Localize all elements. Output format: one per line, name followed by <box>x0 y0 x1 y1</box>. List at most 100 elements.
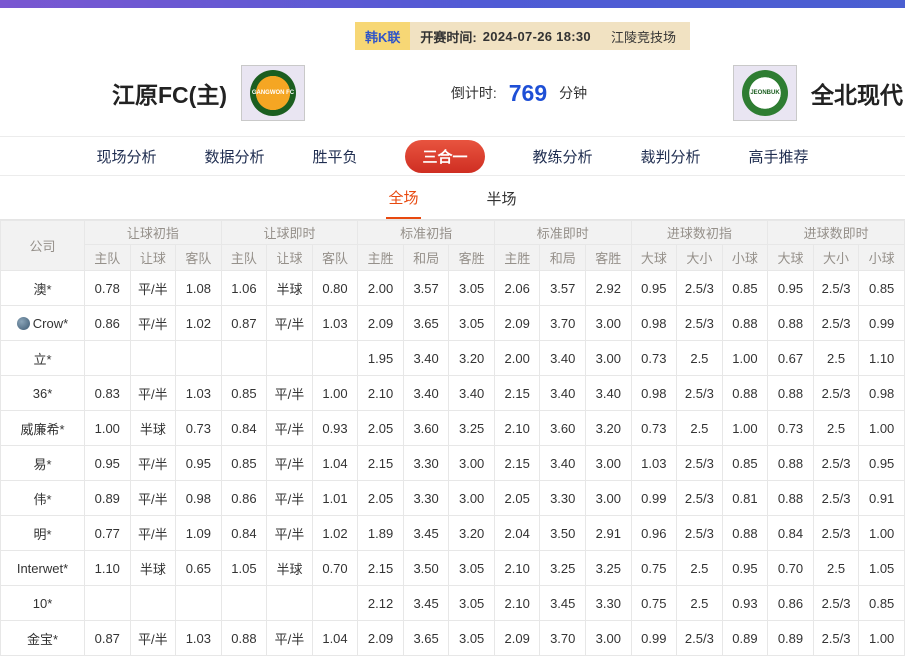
nav-item-win-draw-loss[interactable]: 胜平负 <box>312 146 357 167</box>
odds-cell[interactable]: 2.15 <box>358 446 404 481</box>
odds-cell[interactable]: 2.15 <box>494 446 540 481</box>
odds-cell[interactable]: 3.00 <box>586 306 632 341</box>
odds-cell[interactable]: 平/半 <box>267 516 313 551</box>
odds-cell[interactable]: 2.09 <box>494 621 540 656</box>
odds-cell[interactable]: 1.00 <box>859 621 905 656</box>
odds-cell[interactable]: 0.73 <box>176 411 222 446</box>
odds-cell[interactable]: 0.88 <box>768 481 814 516</box>
odds-cell[interactable]: 平/半 <box>130 621 176 656</box>
odds-cell[interactable]: 3.20 <box>449 516 495 551</box>
odds-cell[interactable]: 2.5 <box>677 586 723 621</box>
odds-cell[interactable]: 0.80 <box>312 271 358 306</box>
odds-cell[interactable]: 0.86 <box>85 306 131 341</box>
odds-cell[interactable]: 0.84 <box>221 411 267 446</box>
odds-cell[interactable]: 平/半 <box>267 621 313 656</box>
odds-cell[interactable]: 2.5/3 <box>813 481 859 516</box>
odds-cell[interactable]: 0.86 <box>221 481 267 516</box>
odds-cell[interactable]: 0.88 <box>768 376 814 411</box>
odds-cell[interactable]: 0.70 <box>312 551 358 586</box>
odds-cell[interactable] <box>221 341 267 376</box>
company-cell[interactable]: 明* <box>1 516 85 551</box>
odds-cell[interactable]: 0.85 <box>221 376 267 411</box>
odds-cell[interactable]: 0.88 <box>768 446 814 481</box>
odds-cell[interactable]: 3.70 <box>540 306 586 341</box>
odds-cell[interactable]: 0.89 <box>722 621 768 656</box>
company-cell[interactable]: 10* <box>1 586 85 621</box>
odds-cell[interactable]: 0.99 <box>859 306 905 341</box>
odds-cell[interactable]: 0.88 <box>221 621 267 656</box>
odds-cell[interactable]: 3.00 <box>586 341 632 376</box>
odds-cell[interactable]: 0.89 <box>85 481 131 516</box>
odds-cell[interactable]: 2.09 <box>494 306 540 341</box>
odds-cell[interactable]: 1.03 <box>631 446 677 481</box>
odds-cell[interactable]: 平/半 <box>130 271 176 306</box>
nav-item-live-analysis[interactable]: 现场分析 <box>96 146 156 167</box>
odds-cell[interactable]: 0.78 <box>85 271 131 306</box>
odds-cell[interactable]: 2.5/3 <box>813 376 859 411</box>
odds-cell[interactable]: 0.83 <box>85 376 131 411</box>
odds-cell[interactable]: 3.30 <box>403 446 449 481</box>
odds-cell[interactable]: 0.89 <box>768 621 814 656</box>
company-cell[interactable]: Crow* <box>1 306 85 341</box>
odds-cell[interactable]: 平/半 <box>267 481 313 516</box>
odds-cell[interactable]: 2.5/3 <box>677 446 723 481</box>
odds-cell[interactable]: 3.40 <box>540 376 586 411</box>
odds-cell[interactable]: 2.5/3 <box>813 446 859 481</box>
odds-cell[interactable]: 2.91 <box>586 516 632 551</box>
odds-cell[interactable]: 3.57 <box>540 271 586 306</box>
odds-cell[interactable]: 3.00 <box>449 481 495 516</box>
odds-cell[interactable]: 1.09 <box>176 516 222 551</box>
odds-cell[interactable]: 2.5/3 <box>813 271 859 306</box>
odds-cell[interactable] <box>176 341 222 376</box>
odds-cell[interactable]: 0.75 <box>631 586 677 621</box>
odds-cell[interactable]: 0.99 <box>631 621 677 656</box>
odds-cell[interactable]: 3.50 <box>403 551 449 586</box>
odds-cell[interactable]: 0.93 <box>312 411 358 446</box>
odds-cell[interactable]: 1.10 <box>85 551 131 586</box>
odds-cell[interactable]: 2.10 <box>358 376 404 411</box>
odds-cell[interactable]: 1.05 <box>859 551 905 586</box>
odds-cell[interactable]: 1.04 <box>312 621 358 656</box>
odds-cell[interactable]: 3.45 <box>403 586 449 621</box>
odds-cell[interactable] <box>130 586 176 621</box>
odds-cell[interactable]: 0.85 <box>221 446 267 481</box>
odds-cell[interactable]: 2.5/3 <box>677 306 723 341</box>
odds-cell[interactable]: 0.73 <box>631 341 677 376</box>
odds-cell[interactable]: 1.08 <box>176 271 222 306</box>
odds-cell[interactable]: 0.85 <box>722 446 768 481</box>
odds-cell[interactable]: 3.05 <box>449 271 495 306</box>
odds-cell[interactable]: 平/半 <box>130 376 176 411</box>
odds-cell[interactable]: 3.05 <box>449 306 495 341</box>
odds-cell[interactable]: 平/半 <box>267 306 313 341</box>
odds-cell[interactable]: 3.40 <box>403 376 449 411</box>
odds-cell[interactable]: 2.09 <box>358 621 404 656</box>
odds-cell[interactable]: 3.40 <box>540 341 586 376</box>
odds-cell[interactable]: 2.05 <box>494 481 540 516</box>
odds-cell[interactable]: 2.5/3 <box>813 621 859 656</box>
odds-cell[interactable]: 1.10 <box>859 341 905 376</box>
odds-cell[interactable]: 3.00 <box>586 446 632 481</box>
odds-cell[interactable]: 0.95 <box>859 446 905 481</box>
odds-cell[interactable]: 2.5 <box>813 551 859 586</box>
odds-cell[interactable]: 3.65 <box>403 621 449 656</box>
odds-cell[interactable]: 1.05 <box>221 551 267 586</box>
odds-cell[interactable]: 1.00 <box>859 516 905 551</box>
odds-cell[interactable]: 2.92 <box>586 271 632 306</box>
odds-cell[interactable]: 2.04 <box>494 516 540 551</box>
odds-cell[interactable]: 0.87 <box>221 306 267 341</box>
odds-cell[interactable]: 0.98 <box>631 376 677 411</box>
subtab-full-time[interactable]: 全场 <box>386 176 420 219</box>
odds-cell[interactable]: 平/半 <box>130 446 176 481</box>
odds-cell[interactable]: 0.87 <box>85 621 131 656</box>
odds-cell[interactable]: 1.89 <box>358 516 404 551</box>
company-cell[interactable]: 36* <box>1 376 85 411</box>
odds-cell[interactable]: 0.98 <box>176 481 222 516</box>
company-cell[interactable]: 伟* <box>1 481 85 516</box>
odds-cell[interactable]: 0.91 <box>859 481 905 516</box>
odds-cell[interactable]: 2.10 <box>494 551 540 586</box>
odds-cell[interactable]: 2.5/3 <box>813 516 859 551</box>
odds-cell[interactable]: 0.95 <box>768 271 814 306</box>
odds-cell[interactable]: 2.5/3 <box>677 621 723 656</box>
odds-cell[interactable]: 3.70 <box>540 621 586 656</box>
odds-cell[interactable]: 2.5 <box>677 551 723 586</box>
